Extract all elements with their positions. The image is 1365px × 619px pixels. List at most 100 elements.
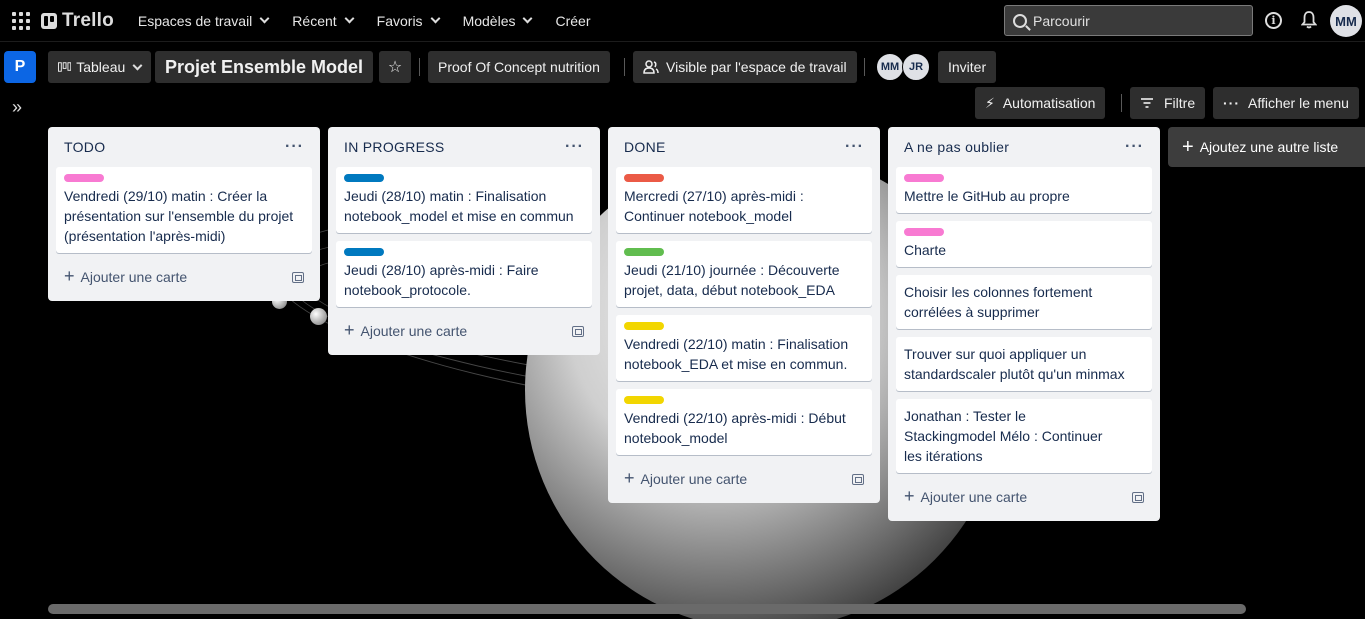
card-title: Jeudi (21/10) journée : Découverte proje…	[624, 262, 840, 298]
card-title: Trouver sur quoi appliquer un standardsc…	[904, 346, 1125, 382]
card[interactable]: Jeudi (21/10) journée : Découverte proje…	[616, 241, 872, 307]
chevron-down-icon	[344, 13, 355, 24]
card-template-icon[interactable]	[852, 473, 864, 485]
plus-icon: +	[344, 320, 355, 340]
board-view-switcher[interactable]: Tableau	[48, 51, 151, 83]
list-in-progress: IN PROGRESS ··· Jeudi (28/10) matin : Fi…	[328, 127, 600, 355]
search-box[interactable]	[1004, 5, 1253, 36]
add-card-button[interactable]: + Ajouter une carte	[616, 463, 872, 495]
search-input[interactable]	[1033, 12, 1233, 29]
card-title: Jeudi (28/10) matin : Finalisation noteb…	[344, 188, 574, 224]
list-header: A ne pas oublier ···	[896, 127, 1152, 167]
card[interactable]: Vendredi (22/10) matin : Finalisation no…	[616, 315, 872, 381]
board-title[interactable]: Projet Ensemble Model	[155, 51, 374, 83]
list-a-ne-pas-oublier: A ne pas oublier ··· Mettre le GitHub au…	[888, 127, 1160, 521]
card[interactable]: Vendredi (29/10) matin : Créer la présen…	[56, 167, 312, 253]
list-menu-icon[interactable]: ···	[565, 139, 584, 155]
show-menu-label: Afficher le menu	[1248, 95, 1349, 111]
list-header: TODO ···	[56, 127, 312, 167]
card[interactable]: Charte	[896, 221, 1152, 267]
nav-templates[interactable]: Modèles	[453, 5, 542, 37]
card[interactable]: Jeudi (28/10) après-midi : Faire noteboo…	[336, 241, 592, 307]
card-title: Vendredi (22/10) matin : Finalisation no…	[624, 336, 849, 372]
card[interactable]: Choisir les colonnes fortement corrélées…	[896, 275, 1152, 329]
card-title: Mettre le GitHub au propre	[904, 188, 1070, 204]
card[interactable]: Trouver sur quoi appliquer un standardsc…	[896, 337, 1152, 391]
add-card-label: Ajouter une carte	[80, 269, 188, 285]
workspace-button[interactable]: Proof Of Concept nutrition	[428, 51, 610, 83]
search-icon	[1013, 13, 1027, 28]
list-title[interactable]: A ne pas oublier	[904, 139, 1009, 155]
plus-icon: +	[1182, 136, 1194, 158]
list-header: DONE ···	[616, 127, 872, 167]
plus-icon: +	[904, 486, 915, 506]
list-done: DONE ··· Mercredi (27/10) après-midi : C…	[608, 127, 880, 503]
trello-logo[interactable]: Trello	[41, 10, 114, 32]
chevron-down-icon	[259, 13, 270, 24]
show-menu-button[interactable]: ··· Afficher le menu	[1213, 87, 1359, 119]
list-title[interactable]: TODO	[64, 139, 105, 155]
invite-button[interactable]: Inviter	[938, 51, 997, 83]
add-list-button[interactable]: + Ajoutez une autre liste	[1168, 127, 1365, 167]
people-icon	[643, 60, 659, 74]
automation-button[interactable]: ⚡ Automatisation	[975, 87, 1106, 119]
board-view-icon	[58, 62, 72, 72]
card-title: Vendredi (22/10) après-midi : Début note…	[624, 410, 846, 446]
logo-text: Trello	[62, 9, 114, 31]
nav-templates-label: Modèles	[462, 12, 516, 29]
card-template-icon[interactable]	[292, 271, 304, 283]
create-button[interactable]: Créer	[545, 5, 600, 37]
lightning-icon: ⚡	[985, 94, 995, 111]
filter-label: Filtre	[1164, 95, 1196, 111]
filter-button[interactable]: Filtre	[1130, 87, 1206, 119]
more-icon: ···	[1223, 95, 1240, 111]
add-card-button[interactable]: + Ajouter une carte	[56, 261, 312, 293]
card-title: Vendredi (29/10) matin : Créer la présen…	[64, 188, 294, 244]
add-card-label: Ajouter une carte	[920, 489, 1028, 505]
app-switcher-icon[interactable]	[11, 11, 31, 31]
card-label	[904, 228, 944, 236]
list-header: IN PROGRESS ···	[336, 127, 592, 167]
horizontal-scrollbar[interactable]	[48, 604, 1246, 614]
member-avatar[interactable]: JR	[902, 53, 930, 81]
info-icon[interactable]: i	[1265, 12, 1282, 29]
card-label	[624, 174, 664, 182]
card-template-icon[interactable]	[1132, 491, 1144, 503]
star-board-button[interactable]: ☆	[379, 51, 411, 83]
list-title[interactable]: IN PROGRESS	[344, 139, 445, 155]
top-navbar: Trello Espaces de travail Récent Favoris…	[0, 0, 1365, 42]
list-menu-icon[interactable]: ···	[1125, 139, 1144, 155]
card[interactable]: Mettre le GitHub au propre	[896, 167, 1152, 213]
card[interactable]: Jeudi (28/10) matin : Finalisation noteb…	[336, 167, 592, 233]
visibility-label: Visible par l'espace de travail	[666, 59, 847, 75]
nav-recent-label: Récent	[292, 12, 337, 29]
nav-workspaces[interactable]: Espaces de travail	[128, 5, 278, 37]
workspace-badge[interactable]: P	[4, 51, 36, 83]
board-view-label: Tableau	[76, 59, 126, 75]
expand-sidebar-icon[interactable]: »	[12, 97, 22, 118]
card[interactable]: Vendredi (22/10) après-midi : Début note…	[616, 389, 872, 455]
card[interactable]: Jonathan : Tester le Stackingmodel Mélo …	[896, 399, 1152, 473]
card-title: Jeudi (28/10) après-midi : Faire noteboo…	[344, 262, 539, 298]
card-title: Charte	[904, 242, 947, 258]
card[interactable]: Mercredi (27/10) après-midi : Continuer …	[616, 167, 872, 233]
nav-starred-label: Favoris	[376, 12, 423, 29]
chevron-down-icon	[132, 60, 143, 70]
star-icon: ☆	[387, 59, 403, 76]
visibility-button[interactable]: Visible par l'espace de travail	[633, 51, 857, 83]
member-avatar[interactable]: MM	[876, 53, 904, 81]
notification-bell-icon[interactable]	[1301, 11, 1317, 29]
nav-starred[interactable]: Favoris	[367, 5, 449, 37]
add-card-button[interactable]: + Ajouter une carte	[896, 481, 1152, 513]
card-label	[344, 174, 384, 182]
list-menu-icon[interactable]: ···	[285, 139, 304, 155]
list-menu-icon[interactable]: ···	[845, 139, 864, 155]
card-label	[624, 396, 664, 404]
nav-workspaces-label: Espaces de travail	[137, 12, 253, 29]
trello-logo-icon	[41, 12, 57, 29]
user-avatar[interactable]: MM	[1330, 5, 1362, 37]
card-template-icon[interactable]	[572, 325, 584, 337]
nav-recent[interactable]: Récent	[282, 5, 362, 37]
add-card-button[interactable]: + Ajouter une carte	[336, 315, 592, 347]
list-title[interactable]: DONE	[624, 139, 666, 155]
